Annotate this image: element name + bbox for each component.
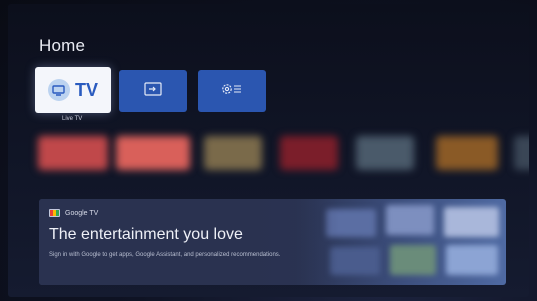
apps-row — [8, 132, 529, 174]
banner-subtext: Sign in with Google to get apps, Google … — [49, 252, 281, 258]
google-tv-logo-icon — [49, 209, 60, 217]
settings-icon — [221, 82, 243, 101]
app-tile[interactable] — [116, 136, 190, 170]
app-tile[interactable] — [280, 136, 338, 170]
app-tile[interactable] — [356, 136, 414, 170]
google-tv-label: Google TV — [65, 209, 99, 217]
input-source-tile[interactable] — [119, 70, 187, 112]
input-source-icon — [144, 81, 162, 101]
page-title: Home — [39, 36, 86, 55]
app-tile[interactable] — [204, 136, 262, 170]
live-tv-caption: Live TV — [62, 116, 83, 122]
tv-icon — [47, 79, 70, 101]
home-screen: Home TV Live TV Google TV The entertainm… — [8, 4, 529, 297]
banner-headline: The entertainment you love — [49, 226, 243, 243]
app-tile[interactable] — [514, 136, 529, 170]
app-tile[interactable] — [38, 136, 108, 170]
tv-tile-label: TV — [74, 79, 98, 100]
google-tv-banner[interactable]: Google TV The entertainment you love Sig… — [39, 199, 506, 285]
google-tv-brand: Google TV — [49, 209, 98, 217]
live-tv-tile[interactable]: TV — [35, 67, 111, 113]
settings-tile[interactable] — [198, 70, 266, 112]
banner-artwork — [316, 199, 506, 285]
app-tile[interactable] — [436, 136, 498, 170]
